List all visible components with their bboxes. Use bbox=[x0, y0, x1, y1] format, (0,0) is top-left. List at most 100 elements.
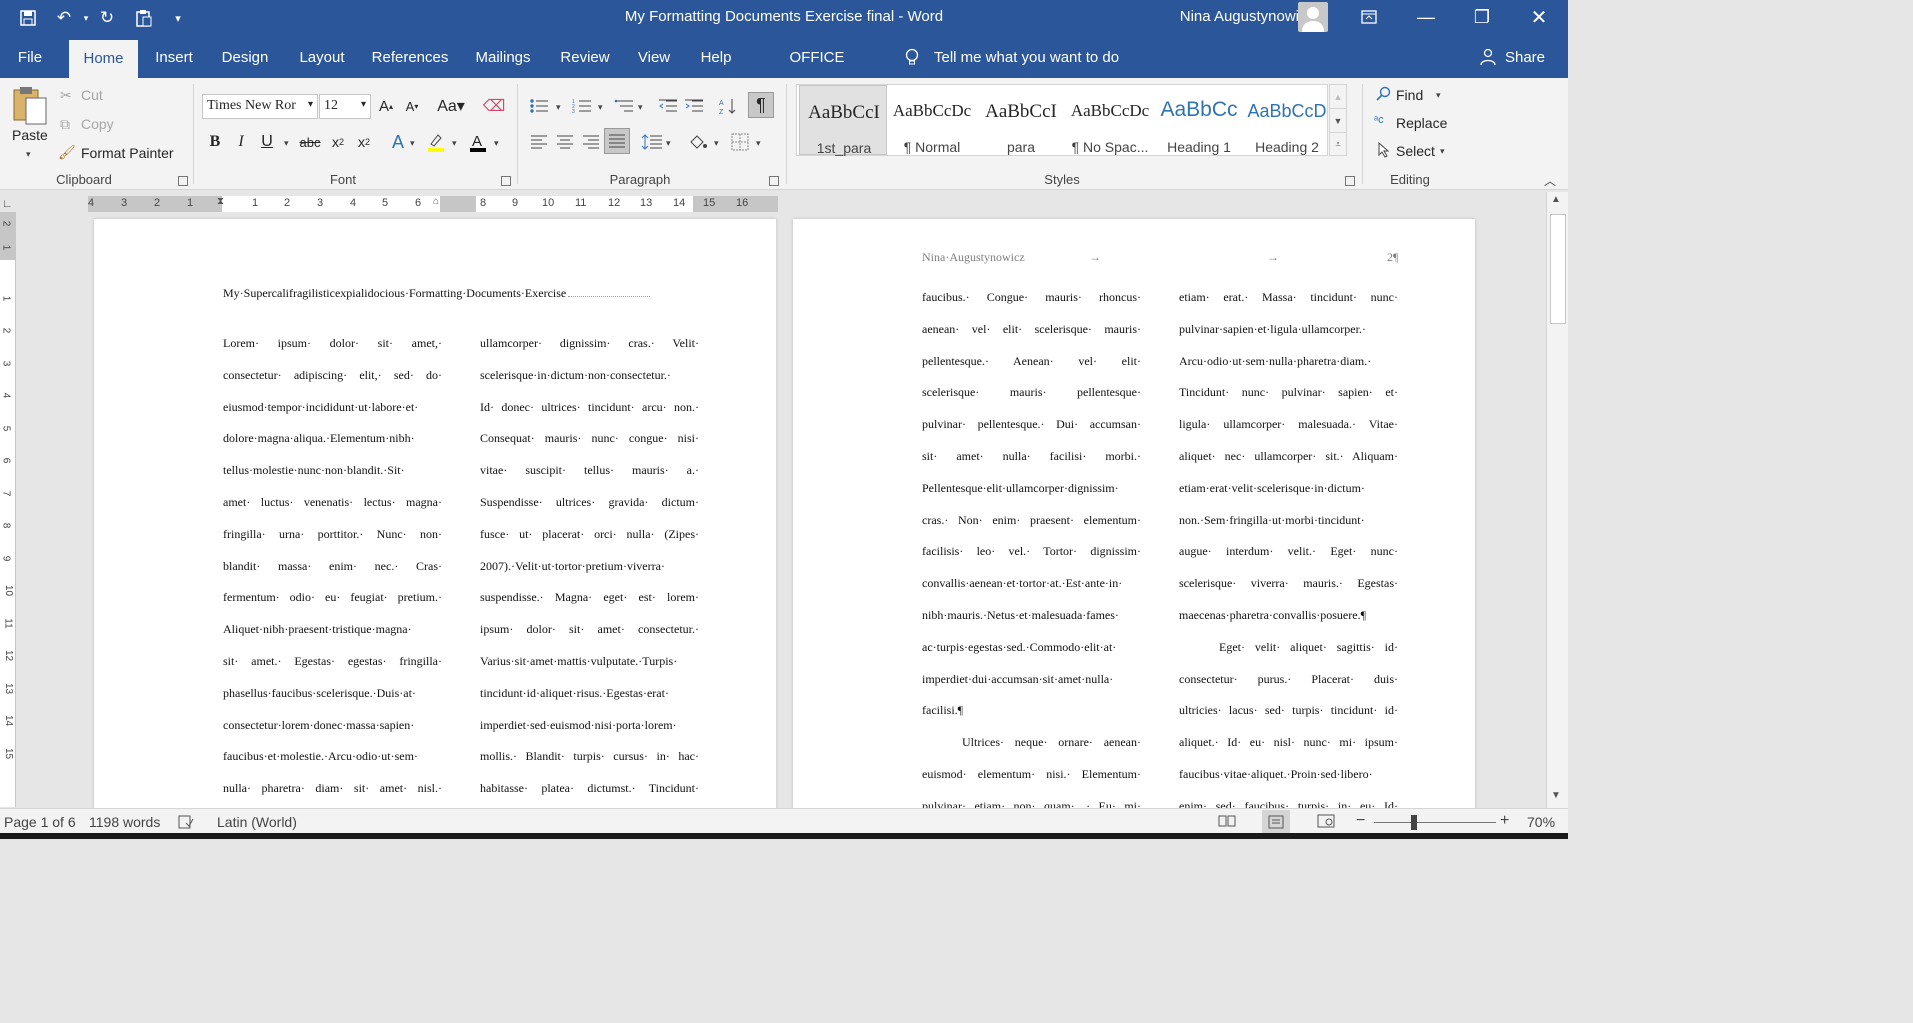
page2-column-2[interactable]: etiam· erat.· Massa· tincidunt· nunc· pul… bbox=[1179, 282, 1398, 819]
chevron-down-icon[interactable]: ▾ bbox=[308, 99, 313, 110]
align-left-icon[interactable] bbox=[527, 130, 551, 154]
replace-button[interactable]: Replace bbox=[1396, 115, 1447, 131]
paragraph-launcher-icon[interactable] bbox=[769, 176, 779, 186]
increase-indent-icon[interactable] bbox=[682, 94, 706, 118]
shrink-font-icon[interactable]: A ▾ bbox=[400, 94, 424, 118]
chevron-down-icon[interactable]: ▾ bbox=[361, 99, 366, 110]
superscript-icon[interactable]: x2 bbox=[352, 130, 376, 154]
gallery-up-icon[interactable]: ▲ bbox=[1330, 85, 1346, 109]
restore-icon[interactable]: ❐ bbox=[1454, 0, 1510, 34]
select-button[interactable]: Select bbox=[1396, 143, 1435, 159]
font-launcher-icon[interactable] bbox=[501, 176, 511, 186]
page1-column-1[interactable]: Lorem· ipsum· dolor· sit· amet,· consecte… bbox=[223, 328, 442, 805]
align-right-icon[interactable] bbox=[579, 130, 603, 154]
tab-office-remote[interactable]: OFFICE REMOTE bbox=[756, 36, 878, 110]
tab-references[interactable]: References bbox=[368, 36, 452, 78]
shading-dropdown-icon[interactable]: ▾ bbox=[714, 138, 719, 149]
user-name[interactable]: Nina Augustynowicz bbox=[1180, 8, 1314, 25]
sort-icon[interactable]: AZ bbox=[716, 94, 740, 118]
decrease-indent-icon[interactable] bbox=[656, 94, 680, 118]
avatar[interactable] bbox=[1298, 2, 1328, 32]
bold-icon[interactable]: B bbox=[203, 130, 227, 154]
italic-icon[interactable]: I bbox=[229, 130, 253, 154]
share-button[interactable]: Share bbox=[1502, 36, 1548, 78]
shading-icon[interactable] bbox=[686, 130, 710, 154]
gallery-down-icon[interactable]: ▼ bbox=[1330, 109, 1346, 133]
collapse-ribbon-icon[interactable]: ︿ bbox=[1544, 172, 1556, 189]
bullets-dropdown-icon[interactable]: ▾ bbox=[556, 102, 561, 113]
zoom-level[interactable]: 70% bbox=[1527, 814, 1555, 830]
multilevel-list-icon[interactable] bbox=[612, 94, 636, 118]
ribbon-display-options-icon[interactable] bbox=[1341, 0, 1397, 34]
font-size-combo[interactable]: 12 ▾ bbox=[319, 94, 371, 119]
style-heading-1[interactable]: AaBbCc Heading 1 bbox=[1155, 85, 1243, 155]
tab-mailings[interactable]: Mailings bbox=[467, 36, 539, 78]
numbering-dropdown-icon[interactable]: ▾ bbox=[598, 102, 603, 113]
page-count[interactable]: Page 1 of 6 bbox=[4, 814, 76, 830]
proofing-icon[interactable] bbox=[178, 815, 194, 832]
minimize-icon[interactable]: — bbox=[1398, 0, 1454, 34]
cut-button[interactable]: Cut bbox=[81, 87, 103, 103]
show-paragraph-marks-icon[interactable]: ¶ bbox=[748, 92, 774, 118]
style-heading-2[interactable]: AaBbCcD Heading 2 bbox=[1243, 85, 1331, 155]
gallery-more-icon[interactable]: ⩡ bbox=[1330, 133, 1346, 155]
tab-design[interactable]: Design bbox=[214, 36, 276, 78]
indent-marker-icon[interactable]: ⧗ bbox=[217, 196, 224, 207]
select-dropdown-icon[interactable]: ▾ bbox=[1440, 146, 1445, 157]
scroll-thumb[interactable] bbox=[1550, 214, 1566, 324]
share-icon[interactable] bbox=[1478, 36, 1498, 78]
tab-file[interactable]: File bbox=[8, 36, 52, 78]
font-color-icon[interactable]: A bbox=[466, 130, 490, 154]
paste-dropdown-icon[interactable]: ▾ bbox=[26, 149, 31, 160]
scroll-down-icon[interactable]: ▼ bbox=[1551, 790, 1561, 801]
style-normal[interactable]: AaBbCcDc ¶ Normal bbox=[888, 85, 976, 155]
justify-icon[interactable] bbox=[604, 128, 630, 154]
styles-launcher-icon[interactable] bbox=[1345, 176, 1355, 186]
highlight-icon[interactable] bbox=[424, 130, 448, 154]
document-title[interactable]: My·Supercalifragilisticexpialidocious·Fo… bbox=[223, 283, 695, 303]
font-color-dropdown-icon[interactable]: ▾ bbox=[494, 138, 499, 149]
paste-button[interactable]: Paste bbox=[12, 127, 48, 143]
font-name-combo[interactable]: Times New Ror ▾ bbox=[202, 94, 318, 119]
grow-font-icon[interactable]: A ▴ bbox=[374, 94, 398, 118]
language[interactable]: Latin (World) bbox=[217, 814, 297, 830]
word-count[interactable]: 1198 words bbox=[89, 814, 160, 830]
zoom-in-icon[interactable]: + bbox=[1500, 812, 1509, 830]
align-center-icon[interactable] bbox=[553, 130, 577, 154]
text-effects-dropdown-icon[interactable]: ▾ bbox=[410, 138, 415, 149]
vertical-ruler[interactable]: 2 1 1 2 3 4 5 6 7 8 9 10 11 12 13 14 15 bbox=[0, 212, 16, 807]
change-case-icon[interactable]: Aa▾ bbox=[434, 94, 468, 118]
text-effects-icon[interactable]: A bbox=[386, 130, 410, 154]
paste-icon[interactable] bbox=[10, 84, 50, 126]
highlight-dropdown-icon[interactable]: ▾ bbox=[452, 138, 457, 149]
scroll-up-icon[interactable]: ▲ bbox=[1551, 194, 1561, 205]
strikethrough-icon[interactable]: abc bbox=[298, 130, 322, 154]
zoom-slider[interactable] bbox=[1374, 822, 1496, 823]
tab-review[interactable]: Review bbox=[556, 36, 614, 78]
numbering-icon[interactable]: 123 bbox=[570, 94, 594, 118]
format-painter-button[interactable]: Format Painter bbox=[81, 145, 174, 161]
subscript-icon[interactable]: x2 bbox=[326, 130, 350, 154]
zoom-out-icon[interactable]: − bbox=[1356, 812, 1365, 830]
zoom-slider-thumb[interactable] bbox=[1411, 815, 1417, 830]
find-dropdown-icon[interactable]: ▾ bbox=[1436, 90, 1441, 101]
tab-insert[interactable]: Insert bbox=[148, 36, 200, 78]
multilevel-dropdown-icon[interactable]: ▾ bbox=[638, 102, 643, 113]
line-spacing-dropdown-icon[interactable]: ▾ bbox=[666, 138, 671, 149]
bullets-icon[interactable] bbox=[527, 94, 551, 118]
tell-me-box[interactable]: Tell me what you want to do bbox=[934, 36, 1124, 78]
tab-layout[interactable]: Layout bbox=[292, 36, 352, 78]
style-no-spacing[interactable]: AaBbCcDc ¶ No Spac... bbox=[1066, 85, 1154, 155]
close-icon[interactable]: ✕ bbox=[1511, 0, 1567, 34]
clear-formatting-icon[interactable]: ⌫ bbox=[482, 94, 506, 118]
clipboard-launcher-icon[interactable] bbox=[178, 176, 188, 186]
tab-help[interactable]: Help bbox=[694, 36, 738, 78]
borders-icon[interactable] bbox=[728, 130, 752, 154]
tab-home[interactable]: Home bbox=[69, 40, 138, 78]
style-para[interactable]: AaBbCcI para bbox=[977, 85, 1065, 155]
document-page-1[interactable]: My·Supercalifragilisticexpialidocious·Fo… bbox=[94, 219, 776, 819]
document-page-2[interactable]: Nina·Augustynowicz → → 2¶ faucibus.· Con… bbox=[793, 219, 1475, 819]
underline-dropdown-icon[interactable]: ▾ bbox=[284, 138, 289, 149]
tab-view[interactable]: View bbox=[630, 36, 678, 78]
read-mode-icon[interactable] bbox=[1218, 814, 1236, 831]
